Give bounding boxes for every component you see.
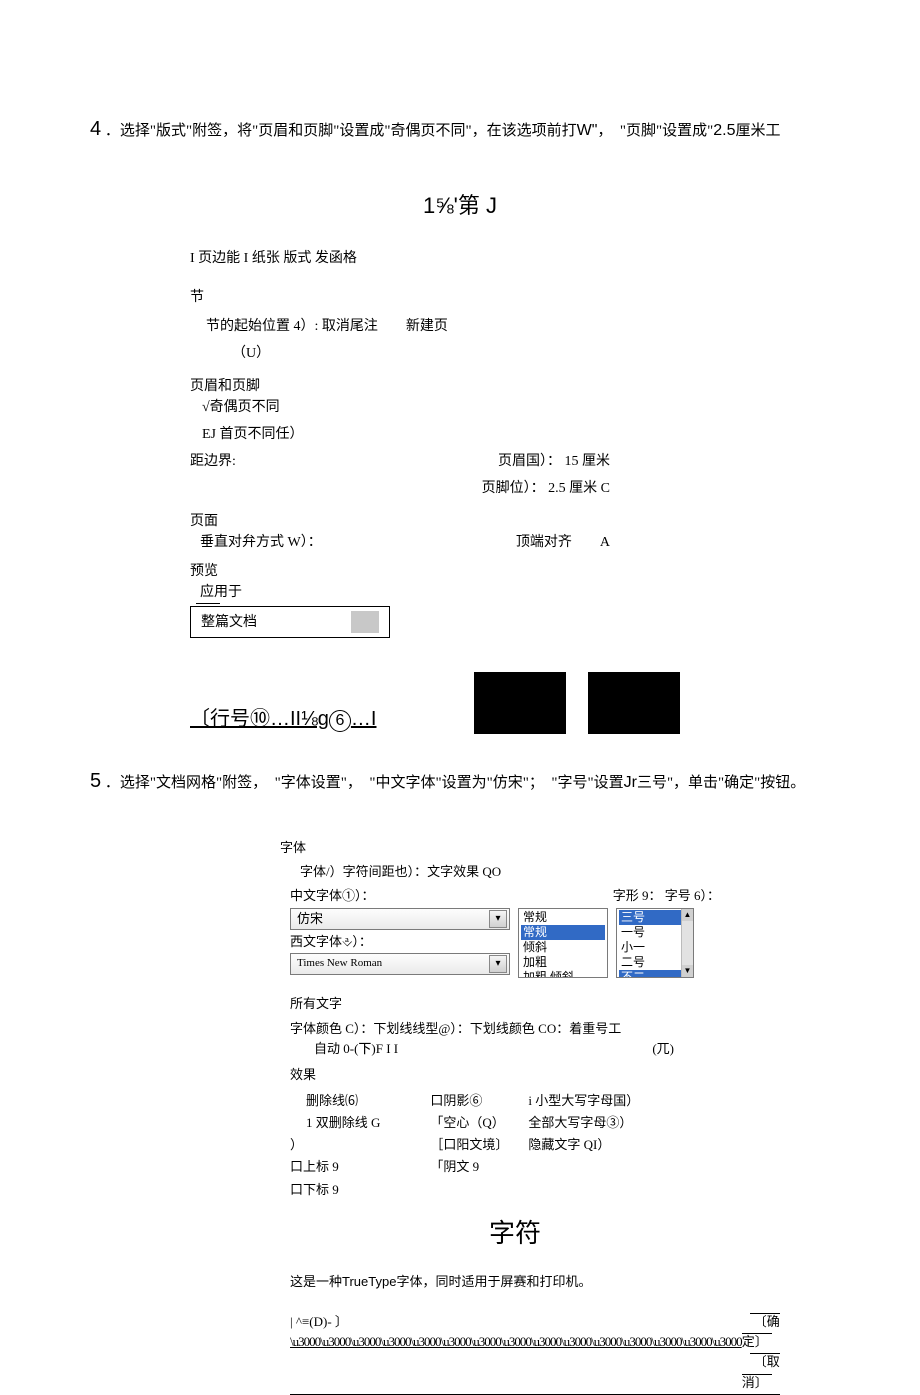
list-item[interactable]: 倾斜: [521, 940, 605, 955]
latin-font-combo[interactable]: Times New Roman ▾: [290, 953, 510, 975]
step-5-paragraph: 5 ．选择"文档网格"附签， "字体设置"， "中文字体"设置为"仿宋"； "字…: [90, 762, 830, 800]
style-label: 字形 9：: [613, 888, 662, 903]
cjk-font-label: 中文字体①）：: [290, 886, 375, 906]
effect-checkbox[interactable]: 全部大写字母③）: [528, 1113, 639, 1133]
effect-checkbox[interactable]: 删除线⑹: [306, 1091, 380, 1111]
font-description: 这是一种TrueType字体，同时适用于屏赛和打印机。: [290, 1272, 750, 1292]
hf-odd-even-check[interactable]: √奇偶页不同: [202, 397, 690, 418]
size-listbox[interactable]: 三号 一号 小一 二号 不二 ▲ ▼: [616, 908, 694, 978]
effect-checkbox[interactable]: ［口阳文境〕: [430, 1135, 508, 1155]
section-start: 节的起始位置 4）: 取消尾注 新建页: [206, 316, 690, 337]
dialog1-tabs: I 页边能 I 纸张 版式 发函格: [190, 248, 690, 269]
header-field: 页眉国）： 15 厘米: [498, 451, 610, 472]
size-label: 字号 6）：: [665, 888, 720, 903]
preview-box-icon: [588, 672, 680, 734]
cjk-font-value: 仿宋: [297, 909, 323, 929]
effect-checkbox[interactable]: i 小型大写字母国）: [528, 1091, 639, 1111]
preview-boxes: [474, 672, 690, 734]
default-button[interactable]: | ^≡(D)- 〕\u3000\u3000\u3000\u3000\u3000…: [290, 1312, 742, 1395]
margin-label: 距边界:: [190, 451, 236, 472]
preview-box-icon: [474, 672, 566, 734]
cjk-font-combo[interactable]: 仿宋 ▾: [290, 908, 510, 930]
line-number-text: 〔行号⑩…II⅛g6…I: [190, 704, 376, 734]
valign-value: 顶端对齐 A: [516, 532, 610, 553]
list-item[interactable]: 加粗 倾斜: [521, 970, 605, 978]
step-4-number: 4: [90, 118, 101, 140]
applyto-value: 整篇文档: [201, 612, 257, 633]
valign-label: 垂直对弁方式 W）：: [200, 532, 322, 553]
effects-group: 删除线⑹ 1 双删除线 G ） 口上标 9 口下标 9 口阴影⑥ 「空心（Q） …: [290, 1091, 750, 1200]
effect-checkbox[interactable]: 口上标 9: [290, 1157, 380, 1177]
effect-checkbox[interactable]: 口下标 9: [290, 1180, 380, 1200]
dropdown-handle-icon: [351, 611, 379, 633]
cancel-button[interactable]: 〔取消〕: [742, 1353, 780, 1389]
effect-checkbox[interactable]: 「阴文 9: [430, 1157, 508, 1177]
section-u: （U）: [232, 343, 690, 364]
page-setup-dialog: I 页边能 I 纸张 版式 发函格 节 节的起始位置 4）: 取消尾注 新建页 …: [190, 248, 690, 734]
latin-font-value: Times New Roman: [297, 955, 382, 972]
applyto-dropdown[interactable]: 整篇文档: [190, 606, 390, 638]
footer-field: 页脚位）： 2.5 厘米 C: [482, 478, 610, 499]
circled-6-icon: 6: [329, 710, 351, 732]
ok-button[interactable]: 〔确定〕: [742, 1313, 780, 1349]
effect-checkbox[interactable]: 「空心（Q）: [430, 1113, 508, 1133]
latin-font-label: 西文字体⎀）：: [290, 932, 510, 952]
scrollbar[interactable]: ▲ ▼: [681, 909, 693, 977]
button-row: | ^≡(D)- 〕\u3000\u3000\u3000\u3000\u3000…: [290, 1312, 740, 1395]
hf-first-page-check[interactable]: EJ 首页不同任）: [202, 424, 690, 445]
style-listbox[interactable]: 常规 常规 常规 常规 常规 倾斜 加粗 加粗 倾斜: [518, 908, 608, 978]
applyto-label: 应用于: [200, 582, 690, 603]
font-tabs: 字体/）字符间距也）：文字效果 QO: [300, 862, 750, 882]
chevron-down-icon: ▾: [489, 955, 507, 973]
page-label: 页面: [190, 511, 690, 532]
font-dialog-title: 字体: [280, 838, 750, 858]
font-dialog: 字体 字体/）字符间距也）：文字效果 QO 中文字体①）： 字形 9： 字号 6…: [280, 838, 750, 1395]
preview-label: 预览: [190, 561, 690, 582]
section-label: 节: [190, 287, 690, 308]
effect-rp: ）: [290, 1135, 380, 1155]
all-text-label: 所有文字: [290, 994, 750, 1014]
font-preview: 字符: [280, 1214, 750, 1254]
step-5-number: 5: [90, 770, 101, 792]
list-item[interactable]: 加粗: [521, 955, 605, 970]
effects-label: 效果: [290, 1065, 750, 1085]
scroll-up-icon[interactable]: ▲: [682, 909, 693, 921]
effect-checkbox[interactable]: 1 双删除线 G: [306, 1113, 380, 1133]
step-4-paragraph: 4 ．选择"版式"附签，将"页眉和页脚"设置成"奇偶页不同"，在该选项前打W"，…: [90, 110, 830, 148]
formula-text: 1⅝'第 J: [90, 188, 830, 220]
color-row: 字体颜色 C）：下划线线型@）：下划线颜色 CO：着重号工: [290, 1019, 750, 1039]
auto-label: 自动 0-(㆘)F I I: [314, 1039, 398, 1059]
chevron-down-icon: ▾: [489, 910, 507, 928]
list-item[interactable]: 常规: [521, 925, 605, 940]
scroll-down-icon[interactable]: ▼: [682, 965, 693, 977]
auto-right: (兀): [652, 1039, 674, 1059]
effect-checkbox[interactable]: 口阴影⑥: [430, 1091, 508, 1111]
hf-title: 页眉和页脚: [190, 376, 690, 397]
list-item[interactable]: 常规: [521, 910, 605, 925]
effect-checkbox[interactable]: 隐藏文字 QI）: [528, 1135, 639, 1155]
